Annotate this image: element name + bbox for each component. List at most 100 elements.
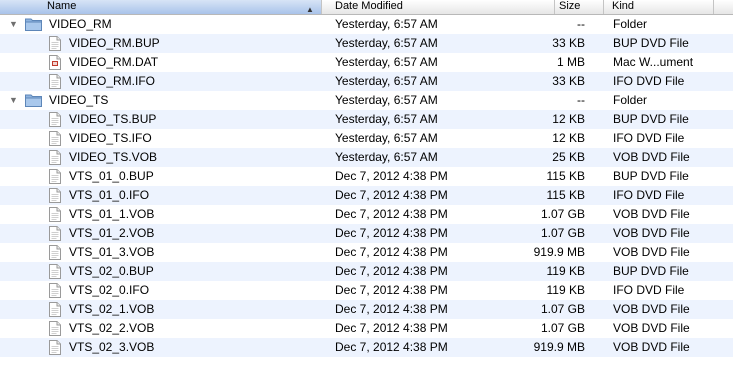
file-kind: VOB DVD File (613, 226, 690, 240)
file-kind: VOB DVD File (613, 245, 690, 259)
document-icon (49, 74, 61, 89)
date-modified: Dec 7, 2012 4:38 PM (335, 283, 448, 297)
mac-document-icon (49, 55, 61, 70)
date-modified: Dec 7, 2012 4:38 PM (335, 226, 448, 240)
file-kind: BUP DVD File (613, 264, 689, 278)
file-name: VIDEO_RM.BUP (69, 36, 160, 50)
date-modified: Dec 7, 2012 4:38 PM (335, 245, 448, 259)
file-size: 1.07 GB (540, 321, 585, 335)
date-modified: Yesterday, 6:57 AM (335, 17, 438, 31)
file-kind: VOB DVD File (613, 321, 690, 335)
file-kind: BUP DVD File (613, 36, 689, 50)
file-size: 115 KB (546, 169, 585, 183)
file-kind: IFO DVD File (613, 131, 685, 145)
file-name: VIDEO_TS.IFO (69, 131, 152, 145)
document-icon (49, 321, 61, 336)
file-row[interactable]: VTS_01_0.BUP Dec 7, 2012 4:38 PM 115 KB BUP… (0, 167, 733, 186)
file-name: VTS_01_1.VOB (69, 207, 155, 221)
disclosure-triangle-icon[interactable]: ▼ (9, 91, 18, 110)
file-name: VTS_01_3.VOB (69, 245, 155, 259)
date-modified: Dec 7, 2012 4:38 PM (335, 188, 448, 202)
file-kind: Folder (613, 17, 648, 31)
folder-row[interactable]: ▼ VIDEO_TS Yesterday, 6:57 AM -- Folder (0, 91, 733, 110)
column-header-empty (714, 0, 733, 14)
date-modified: Yesterday, 6:57 AM (335, 150, 438, 164)
file-name: VTS_02_1.VOB (69, 302, 155, 316)
file-name: VTS_01_0.IFO (69, 188, 150, 202)
column-header-size[interactable]: Size (555, 0, 604, 14)
file-row[interactable]: VIDEO_RM.DAT Yesterday, 6:57 AM 1 MB Mac W.… (0, 53, 733, 72)
date-modified: Dec 7, 2012 4:38 PM (335, 169, 448, 183)
file-row[interactable]: VIDEO_RM.IFO Yesterday, 6:57 AM 33 KB IFO D… (0, 72, 733, 91)
column-header-size-label: Size (559, 0, 581, 12)
file-size: 115 KB (546, 188, 585, 202)
file-row[interactable]: VIDEO_RM.BUP Yesterday, 6:57 AM 33 KB BUP D… (0, 34, 733, 53)
file-row[interactable]: VTS_02_0.IFO Dec 7, 2012 4:38 PM 119 KB IFO… (0, 281, 733, 300)
column-header-name[interactable]: Name ▲ (0, 0, 322, 14)
file-size: -- (577, 17, 585, 31)
file-kind: Folder (613, 93, 648, 107)
file-name: VTS_01_2.VOB (69, 226, 155, 240)
date-modified: Dec 7, 2012 4:38 PM (335, 207, 448, 221)
document-icon (49, 188, 61, 203)
file-name: VTS_02_2.VOB (69, 321, 155, 335)
file-row[interactable]: VTS_02_1.VOB Dec 7, 2012 4:38 PM 1.07 GB VO… (0, 300, 733, 319)
document-icon (49, 302, 61, 317)
document-icon (49, 340, 61, 355)
file-size: 12 KB (552, 112, 585, 126)
date-modified: Dec 7, 2012 4:38 PM (335, 302, 448, 316)
file-size: 919.9 MB (533, 340, 585, 354)
document-icon (49, 207, 61, 222)
file-size: 919.9 MB (533, 245, 585, 259)
document-icon (49, 169, 61, 184)
file-list: ▼ VIDEO_RM Yesterday, 6:57 AM -- Folder VIDEO… (0, 15, 733, 357)
file-row[interactable]: VTS_01_3.VOB Dec 7, 2012 4:38 PM 919.9 MB V… (0, 243, 733, 262)
document-icon (49, 264, 61, 279)
file-row[interactable]: VTS_01_0.IFO Dec 7, 2012 4:38 PM 115 KB IFO… (0, 186, 733, 205)
document-icon (49, 245, 61, 260)
file-name: VTS_01_0.BUP (69, 169, 154, 183)
file-row[interactable]: VTS_01_2.VOB Dec 7, 2012 4:38 PM 1.07 GB VO… (0, 224, 733, 243)
file-kind: Mac W...ument (613, 55, 694, 69)
file-row[interactable]: VIDEO_TS.BUP Yesterday, 6:57 AM 12 KB BUP D… (0, 110, 733, 129)
file-name: VIDEO_TS (49, 93, 109, 107)
file-row[interactable]: VIDEO_TS.IFO Yesterday, 6:57 AM 12 KB IFO D… (0, 129, 733, 148)
file-row[interactable]: VTS_02_0.BUP Dec 7, 2012 4:38 PM 119 KB BUP… (0, 262, 733, 281)
folder-icon (25, 93, 42, 107)
file-name: VTS_02_0.IFO (69, 283, 150, 297)
file-kind: BUP DVD File (613, 169, 689, 183)
file-row[interactable]: VTS_02_3.VOB Dec 7, 2012 4:38 PM 919.9 MB V… (0, 338, 733, 357)
document-icon (49, 283, 61, 298)
file-name: VIDEO_TS.BUP (69, 112, 157, 126)
file-row[interactable]: VTS_02_2.VOB Dec 7, 2012 4:38 PM 1.07 GB VO… (0, 319, 733, 338)
column-header-kind[interactable]: Kind (604, 0, 714, 14)
disclosure-triangle-icon[interactable]: ▼ (9, 15, 18, 34)
file-size: 1.07 GB (540, 302, 585, 316)
date-modified: Dec 7, 2012 4:38 PM (335, 264, 448, 278)
column-header-kind-label: Kind (612, 0, 635, 12)
file-name: VIDEO_RM.DAT (69, 55, 159, 69)
folder-row[interactable]: ▼ VIDEO_RM Yesterday, 6:57 AM -- Folder (0, 15, 733, 34)
column-header-date-modified[interactable]: Date Modified (322, 0, 555, 14)
file-kind: IFO DVD File (613, 283, 685, 297)
file-kind: BUP DVD File (613, 112, 689, 126)
file-size: 12 KB (552, 131, 585, 145)
column-header-name-label: Name (47, 0, 77, 12)
column-header-bar: Name ▲ Date Modified Size Kind (0, 0, 733, 15)
date-modified: Yesterday, 6:57 AM (335, 112, 438, 126)
document-icon (49, 131, 61, 146)
file-name: VTS_02_0.BUP (69, 264, 154, 278)
date-modified: Yesterday, 6:57 AM (335, 74, 438, 88)
file-kind: IFO DVD File (613, 188, 685, 202)
file-row[interactable]: VTS_01_1.VOB Dec 7, 2012 4:38 PM 1.07 GB VO… (0, 205, 733, 224)
file-size: 33 KB (552, 36, 585, 50)
file-name: VIDEO_RM (49, 17, 112, 31)
file-size: 1.07 GB (540, 226, 585, 240)
file-row[interactable]: VIDEO_TS.VOB Yesterday, 6:57 AM 25 KB VOB D… (0, 148, 733, 167)
date-modified: Dec 7, 2012 4:38 PM (335, 340, 448, 354)
date-modified: Dec 7, 2012 4:38 PM (335, 321, 448, 335)
file-size: 1.07 GB (540, 207, 585, 221)
file-size: 119 KB (546, 264, 585, 278)
date-modified: Yesterday, 6:57 AM (335, 131, 438, 145)
file-size: 33 KB (552, 74, 585, 88)
